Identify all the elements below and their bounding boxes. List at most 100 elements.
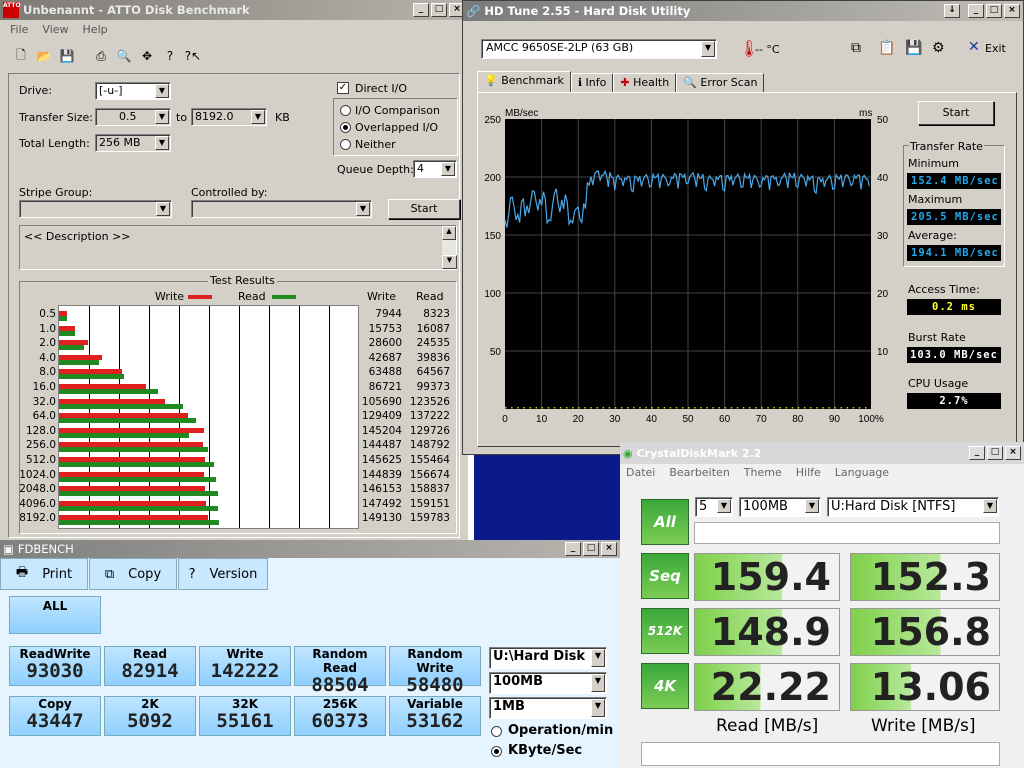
context-help-icon[interactable]: ?↖ [182, 45, 204, 67]
cdm-runs-select[interactable]: 5 ▼ [695, 497, 733, 517]
save-icon[interactable]: 💾 [56, 45, 78, 67]
print-preview-icon[interactable]: 🔍 [113, 45, 135, 67]
menu-theme[interactable]: Theme [744, 466, 782, 479]
read-bar [59, 330, 76, 336]
maximize-button[interactable]: □ [986, 4, 1002, 18]
cdm-4k-button[interactable]: 4K [641, 663, 689, 709]
menu-datei[interactable]: Datei [626, 466, 655, 479]
description-scrollbar[interactable]: ▲ ▼ [441, 226, 457, 269]
tab-error-scan[interactable]: 🔍 Error Scan [676, 73, 765, 93]
fdbench-cell[interactable]: ReadWrite 93030 [9, 646, 101, 686]
fdbench-cell-value: 82914 [121, 660, 179, 682]
new-file-icon[interactable]: 🗋 [10, 45, 32, 67]
menu-bearbeiten[interactable]: Bearbeiten [669, 466, 729, 479]
fdbench-cell[interactable]: Copy 43447 [9, 696, 101, 736]
access-time-dot [858, 407, 861, 409]
fdbench-drive-select[interactable]: U:\Hard Disk ▼ [489, 647, 607, 669]
tab-info[interactable]: ℹ Info [570, 73, 614, 93]
exit-label[interactable]: Exit [985, 42, 1006, 55]
fdbench-cell[interactable]: 32K 55161 [199, 696, 291, 736]
menu-hilfe[interactable]: Hilfe [796, 466, 821, 479]
fdbench-cell[interactable]: 2K 5092 [104, 696, 196, 736]
access-time-dot [688, 407, 690, 409]
minimize-button[interactable]: _ [565, 542, 581, 556]
cdm-drive-select[interactable]: U:Hard Disk [NTFS] ▼ [827, 497, 999, 517]
print-icon[interactable]: ⎙ [90, 45, 112, 67]
scroll-down-icon[interactable]: ▼ [442, 255, 457, 269]
exit-icon[interactable]: ✕ [968, 39, 980, 55]
fdbench-cell[interactable]: Write 142222 [199, 646, 291, 686]
maximize-button[interactable]: □ [431, 3, 447, 17]
fdbench-cell[interactable]: Random Read 88504 [294, 646, 386, 695]
transfer-to-select[interactable]: 8192.0 ▼ [191, 108, 267, 126]
cdm-512k-button[interactable]: 512K [641, 608, 689, 654]
io-comparison-radio[interactable] [340, 105, 351, 116]
description-box[interactable]: << Description >> ▲ ▼ [19, 225, 457, 270]
minimize-button[interactable]: _ [413, 3, 429, 17]
move-icon[interactable]: ✥ [136, 45, 158, 67]
queue-depth-select[interactable]: 4 ▼ [413, 160, 457, 178]
fdbench-cell-label: Random Write [407, 647, 463, 675]
close-button[interactable]: × [601, 542, 617, 556]
hdtune-drive-select[interactable]: AMCC 9650SE-2LP (63 GB) ▼ [481, 39, 717, 59]
save-icon[interactable]: 💾 [905, 40, 922, 56]
total-length-select[interactable]: 256 MB ▼ [95, 134, 171, 152]
fdbench-all-button[interactable]: ALL [9, 596, 101, 634]
paste-icon[interactable]: 📋 [878, 40, 895, 56]
close-button[interactable]: × [1004, 4, 1020, 18]
menu-view[interactable]: View [42, 23, 68, 37]
help-icon[interactable]: ? [159, 45, 181, 67]
overlapped-io-radio[interactable] [340, 122, 351, 133]
tab-health[interactable]: ✚ Health [613, 73, 677, 93]
maximize-button[interactable]: □ [987, 446, 1003, 460]
scroll-up-icon[interactable]: ▲ [442, 226, 456, 240]
chevron-down-icon: ▼ [591, 699, 605, 717]
cdm-all-button[interactable]: All [641, 499, 689, 545]
menu-file[interactable]: File [10, 23, 28, 37]
cdm-comment-box[interactable] [694, 522, 1000, 544]
operation-radio[interactable] [491, 726, 502, 737]
neither-radio[interactable] [340, 139, 351, 150]
hdtune-menu-button[interactable]: ↓ [944, 4, 960, 18]
minimize-button[interactable]: _ [968, 4, 984, 18]
hdtune-start-button[interactable]: Start [918, 101, 994, 125]
fdbench-block-select[interactable]: 1MB ▼ [489, 697, 607, 719]
drive-select[interactable]: [-u-] ▼ [95, 82, 171, 100]
access-time-dot [730, 407, 733, 409]
fdbench-cell[interactable]: Random Write 58480 [389, 646, 481, 695]
copy-icon[interactable]: ⧉ [851, 40, 861, 56]
fdbench-cell[interactable]: 256K 60373 [294, 696, 386, 736]
controlled-by-select[interactable]: ▼ [191, 200, 372, 218]
maximize-button[interactable]: □ [583, 542, 599, 556]
cdm-seq-button[interactable]: Seq [641, 553, 689, 599]
chevron-down-icon: ▼ [356, 202, 370, 216]
minimize-button[interactable]: _ [969, 446, 985, 460]
x-tick-label: 30 [609, 414, 621, 425]
direct-io-checkbox[interactable]: ✓ [337, 82, 349, 94]
fdbench-cell[interactable]: Variable 53162 [389, 696, 481, 736]
open-folder-icon[interactable]: 📂 [33, 45, 55, 67]
tab-benchmark[interactable]: 💡 Benchmark [477, 71, 571, 93]
access-time-dot [517, 407, 519, 409]
options-icon[interactable]: ⚙ [932, 40, 945, 56]
kbyte-radio[interactable] [491, 746, 502, 757]
cdm-512k-write: 156.8 [850, 608, 1000, 656]
fdbench-print-button[interactable]: 🖶 Print [0, 558, 88, 590]
fdbench-version-button[interactable]: ? Version [178, 558, 268, 590]
stripe-group-select[interactable]: ▼ [19, 200, 172, 218]
access-time-dot [669, 407, 672, 409]
menu-language[interactable]: Language [835, 466, 889, 479]
fdbench-cell[interactable]: Read 82914 [104, 646, 196, 686]
fdbench-size-select[interactable]: 100MB ▼ [489, 672, 607, 694]
fdbench-cell-label: 256K [322, 697, 358, 711]
fdbench-copy-button[interactable]: ⧉ Copy [89, 558, 177, 590]
cdm-size-select[interactable]: 100MB ▼ [739, 497, 821, 517]
atto-start-button[interactable]: Start [388, 199, 460, 219]
menu-help[interactable]: Help [83, 23, 108, 37]
y-axis-label: MB/sec [505, 108, 538, 119]
transfer-from-select[interactable]: 0.5 ▼ [95, 108, 171, 126]
close-button[interactable]: × [1005, 446, 1021, 460]
access-time-dot [864, 407, 867, 409]
read-bar [59, 316, 68, 321]
info-icon: ℹ [577, 76, 583, 89]
